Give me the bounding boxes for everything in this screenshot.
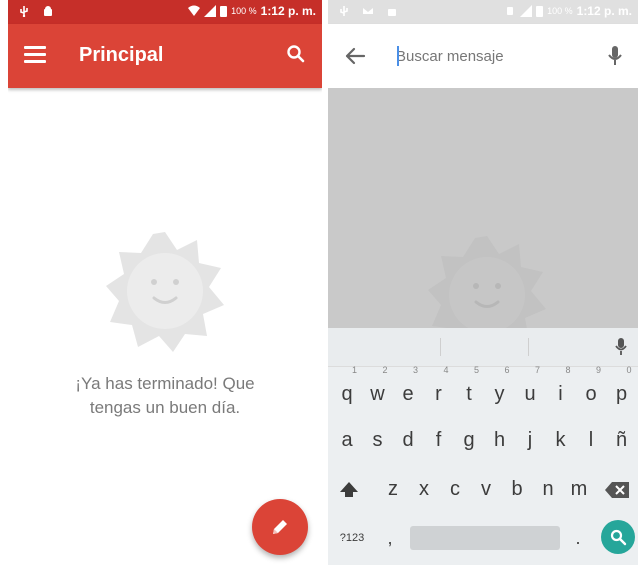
key-number-hint: 0 — [626, 365, 632, 375]
key-x[interactable]: x — [409, 469, 439, 509]
text-cursor — [397, 46, 399, 66]
key-number-hint: 8 — [565, 365, 571, 375]
key-m[interactable]: m — [564, 469, 594, 509]
key-number-hint: 9 — [595, 365, 601, 375]
usb-icon — [20, 6, 28, 17]
pencil-icon — [273, 520, 287, 534]
empty-state-line1: ¡Ya has terminado! Que — [75, 374, 255, 393]
keyboard-row-1: q1w2e3r4t5y6u7i8o9p0 — [328, 365, 638, 414]
keyboard-search-key[interactable] — [601, 520, 635, 554]
backspace-icon[interactable] — [604, 481, 630, 499]
key-a[interactable]: a — [332, 420, 362, 460]
key-o[interactable]: o9 — [576, 365, 606, 414]
search-icon[interactable] — [284, 42, 308, 66]
sun-smiley-icon — [106, 232, 224, 352]
key-l[interactable]: l — [576, 420, 606, 460]
key-number-hint: 3 — [412, 365, 418, 375]
shift-icon[interactable] — [338, 479, 360, 501]
key-n[interactable]: n — [533, 469, 563, 509]
key-v[interactable]: v — [471, 469, 501, 509]
keyboard-row-3: zxcvbnm — [328, 469, 638, 509]
usb-icon — [340, 6, 348, 16]
keyboard-row-2: asdfghjklñ — [328, 420, 638, 460]
key-number-hint: 5 — [473, 365, 479, 375]
key-i[interactable]: i8 — [546, 365, 576, 414]
key-number-hint: 6 — [504, 365, 510, 375]
signal-icon — [204, 5, 217, 17]
key-k[interactable]: k — [546, 420, 576, 460]
period-key[interactable]: . — [568, 518, 588, 558]
key-f[interactable]: f — [424, 420, 454, 460]
android-icon — [44, 6, 52, 16]
sun-smiley-icon — [428, 236, 546, 328]
key-number-hint: 2 — [382, 365, 388, 375]
wifi-icon — [188, 5, 201, 16]
search-bar — [328, 24, 638, 88]
clock: 1:12 p. m. — [576, 4, 632, 18]
android-icon — [388, 9, 396, 16]
key-c[interactable]: c — [440, 469, 470, 509]
signal-icon — [520, 5, 533, 17]
compose-button[interactable] — [252, 499, 308, 555]
key-number-hint: 1 — [351, 365, 357, 375]
key-r[interactable]: r4 — [424, 365, 454, 414]
key-y[interactable]: y6 — [485, 365, 515, 414]
key-g[interactable]: g — [454, 420, 484, 460]
vibrate-icon — [507, 7, 514, 15]
key-t[interactable]: t5 — [454, 365, 484, 414]
page-title: Principal — [79, 44, 164, 66]
battery-percent: 100 % — [547, 6, 573, 16]
dimmed-content[interactable] — [328, 88, 638, 328]
key-b[interactable]: b — [502, 469, 532, 509]
clock: 1:12 p. m. — [260, 4, 316, 18]
comma-key[interactable]: , — [378, 518, 402, 558]
on-screen-keyboard: q1w2e3r4t5y6u7i8o9p0 asdfghjklñ zxcvbnm … — [328, 328, 638, 565]
battery-icon — [220, 5, 228, 17]
inbox-screen: 100 % 1:12 p. m. Principal ¡Ya has termi… — [8, 0, 322, 565]
key-w[interactable]: w2 — [363, 365, 393, 414]
back-arrow-icon[interactable] — [344, 46, 366, 66]
battery-percent: 100 % — [231, 6, 257, 16]
key-q[interactable]: q1 — [332, 365, 362, 414]
keyboard-mic-icon[interactable] — [614, 337, 628, 357]
key-h[interactable]: h — [485, 420, 515, 460]
symbols-key[interactable]: ?123 — [332, 518, 372, 558]
search-input[interactable] — [396, 44, 586, 68]
status-bar: 100 % 1:12 p. m. — [328, 0, 638, 24]
key-d[interactable]: d — [393, 420, 423, 460]
key-ñ[interactable]: ñ — [607, 420, 637, 460]
search-screen: 100 % 1:12 p. m. Buscar mensaje q 1 w 2 … — [328, 0, 638, 565]
key-e[interactable]: e3 — [393, 365, 423, 414]
key-z[interactable]: z — [378, 469, 408, 509]
menu-icon[interactable] — [24, 46, 46, 64]
key-u[interactable]: u7 — [515, 365, 545, 414]
suggestion-strip[interactable] — [328, 328, 638, 367]
empty-state-message: ¡Ya has terminado! Que tengas un buen dí… — [38, 372, 292, 420]
empty-state-line2: tengas un buen día. — [89, 398, 241, 417]
search-icon — [610, 529, 627, 546]
key-s[interactable]: s — [363, 420, 393, 460]
key-p[interactable]: p0 — [607, 365, 637, 414]
key-j[interactable]: j — [515, 420, 545, 460]
app-bar: Principal — [8, 24, 322, 88]
mic-icon[interactable] — [606, 44, 624, 68]
battery-icon — [536, 5, 544, 17]
status-bar: 100 % 1:12 p. m. — [8, 0, 322, 24]
key-number-hint: 7 — [534, 365, 540, 375]
key-number-hint: 4 — [443, 365, 449, 375]
mail-icon — [363, 8, 373, 14]
keyboard-row-4: ?123 , . — [328, 518, 638, 558]
space-key[interactable] — [410, 526, 560, 550]
